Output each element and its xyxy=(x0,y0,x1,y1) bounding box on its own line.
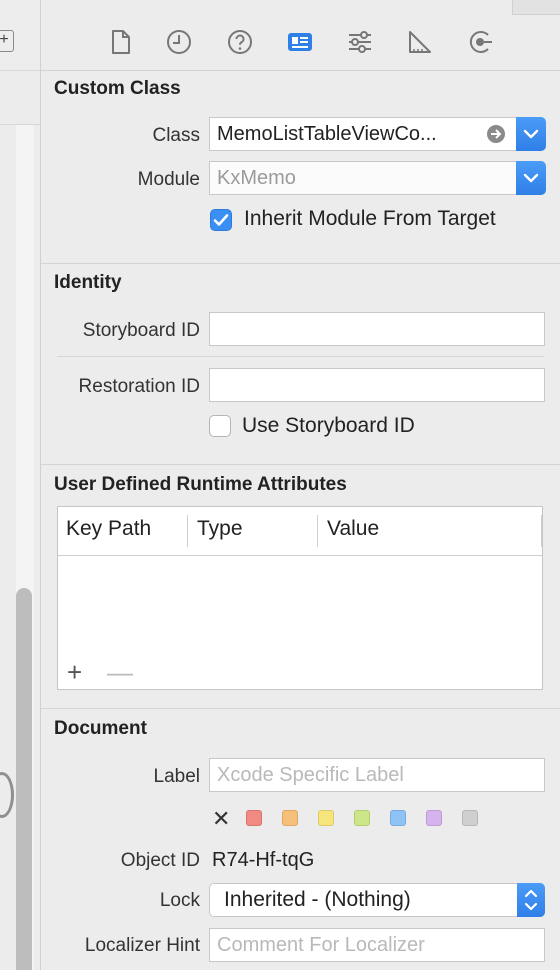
runtime-attributes-table[interactable]: Key Path Type Value + — xyxy=(57,506,543,690)
label-color-gray[interactable] xyxy=(462,810,478,826)
lock-label: Lock xyxy=(159,890,200,911)
label-color-red[interactable] xyxy=(246,810,262,826)
storyboard-id-field[interactable] xyxy=(209,312,545,346)
label-color-green[interactable] xyxy=(354,810,370,826)
class-field[interactable]: MemoListTableViewCo... xyxy=(209,117,519,151)
document-label-label: Label xyxy=(153,766,201,787)
updown-chevron-icon xyxy=(517,883,545,917)
module-field[interactable]: KxMemo xyxy=(209,161,519,195)
attributes-inspector-icon[interactable] xyxy=(346,28,374,56)
navigator-pane-edge: + xyxy=(0,0,41,970)
object-id-label: Object ID xyxy=(120,850,200,871)
column-header-value[interactable]: Value xyxy=(327,517,379,541)
section-title: Custom Class xyxy=(54,78,181,99)
checkmark-icon xyxy=(213,214,229,226)
lock-popup-button[interactable]: Inherited - (Nothing) xyxy=(209,883,545,917)
chevron-down-icon xyxy=(523,173,539,183)
table-header: Key Path Type Value xyxy=(58,507,542,556)
use-storyboard-id-checkbox[interactable] xyxy=(209,415,231,437)
column-separator xyxy=(541,515,542,547)
column-header-key-path[interactable]: Key Path xyxy=(66,517,151,541)
column-separator xyxy=(187,515,188,547)
navigator-row xyxy=(0,72,40,125)
lock-popup-value: Inherited - (Nothing) xyxy=(224,888,411,911)
module-label: Module xyxy=(137,169,200,190)
localizer-hint-field[interactable]: Comment For Localizer xyxy=(209,928,545,962)
add-icon[interactable]: + xyxy=(0,30,14,52)
remove-attribute-button[interactable]: — xyxy=(107,659,133,685)
inherit-module-label: Inherit Module From Target xyxy=(244,207,496,230)
scrollbar-thumb[interactable] xyxy=(16,588,32,970)
class-label: Class xyxy=(152,125,200,146)
partial-icon xyxy=(0,772,14,818)
divider xyxy=(57,356,544,357)
module-dropdown-button[interactable] xyxy=(516,161,546,195)
storyboard-id-label: Storyboard ID xyxy=(82,320,200,341)
object-id-value: R74-Hf-tqG xyxy=(212,849,315,871)
restoration-id-field[interactable] xyxy=(209,368,545,402)
inherit-module-checkbox[interactable] xyxy=(210,209,232,231)
label-color-orange[interactable] xyxy=(282,810,298,826)
document-label-field[interactable]: Xcode Specific Label xyxy=(209,758,545,792)
localizer-hint-label: Localizer Hint xyxy=(84,935,200,956)
chevron-down-icon xyxy=(523,129,539,139)
class-dropdown-button[interactable] xyxy=(516,117,546,151)
section-title: Document xyxy=(54,718,147,739)
label-color-blue[interactable] xyxy=(390,810,406,826)
section-title: Identity xyxy=(54,272,122,293)
add-attribute-button[interactable]: + xyxy=(67,659,82,685)
connections-inspector-icon[interactable] xyxy=(466,28,494,56)
history-inspector-icon[interactable] xyxy=(165,28,193,56)
quick-help-icon[interactable] xyxy=(226,28,254,56)
label-color-purple[interactable] xyxy=(426,810,442,826)
navigator-toolbar: + xyxy=(0,0,40,71)
column-header-type[interactable]: Type xyxy=(197,517,243,541)
clear-label-color-button[interactable]: ✕ xyxy=(212,806,230,832)
size-inspector-icon[interactable] xyxy=(406,28,434,56)
file-inspector-icon[interactable] xyxy=(106,28,134,56)
restoration-id-label: Restoration ID xyxy=(78,376,200,397)
label-color-yellow[interactable] xyxy=(318,810,334,826)
class-navigate-icon[interactable] xyxy=(485,123,507,145)
identity-inspector-icon[interactable] xyxy=(286,28,314,56)
window-edge xyxy=(512,0,560,15)
section-title: User Defined Runtime Attributes xyxy=(54,474,347,495)
inspector-toolbar xyxy=(41,0,560,71)
column-separator xyxy=(317,515,318,547)
use-storyboard-id-label: Use Storyboard ID xyxy=(242,414,415,437)
